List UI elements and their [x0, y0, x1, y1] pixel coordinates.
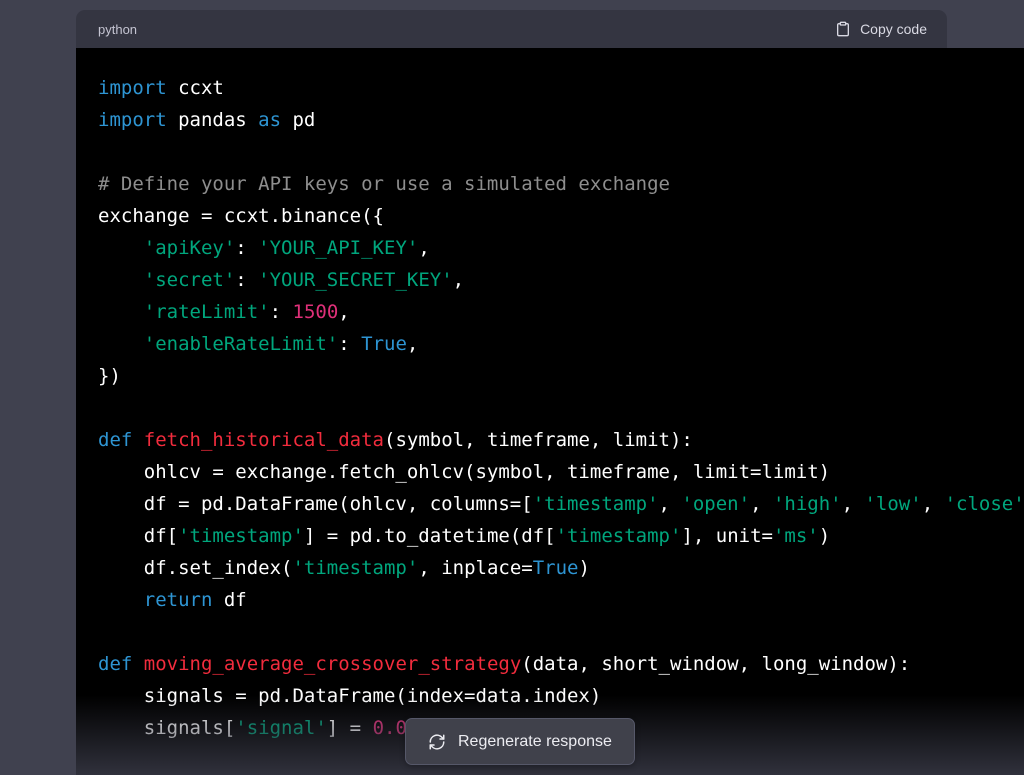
code-line: 'apiKey': 'YOUR_API_KEY', — [98, 232, 1024, 264]
code-block-header: python Copy code — [76, 10, 947, 48]
code-token — [98, 589, 144, 611]
code-line: 'secret': 'YOUR_SECRET_KEY', — [98, 264, 1024, 296]
code-token: : — [270, 301, 293, 323]
code-token: import — [98, 77, 167, 99]
code-token: ], unit= — [681, 525, 773, 547]
code-token: 'low' — [864, 493, 921, 515]
code-token: : — [235, 269, 258, 291]
code-token: 'timestamp' — [178, 525, 304, 547]
code-token: pandas — [167, 109, 259, 131]
code-token: 'high' — [773, 493, 842, 515]
code-token: 0.0 — [373, 717, 407, 739]
code-token: signals = pd.DataFrame(index=data.index) — [98, 685, 601, 707]
code-line: return df — [98, 584, 1024, 616]
code-token: exchange = ccxt.binance({ — [98, 205, 384, 227]
code-token: moving_average_crossover_strategy — [144, 653, 522, 675]
code-token: , — [453, 269, 464, 291]
code-line: ohlcv = exchange.fetch_ohlcv(symbol, tim… — [98, 456, 1024, 488]
code-token — [98, 269, 144, 291]
code-block-body: import ccxtimport pandas as pd# Define y… — [76, 48, 1024, 775]
code-token: df = pd.DataFrame(ohlcv, columns=[ — [98, 493, 533, 515]
code-token: 'timestamp' — [556, 525, 682, 547]
code-token: 'ms' — [773, 525, 819, 547]
code-line — [98, 392, 1024, 424]
code-line — [98, 616, 1024, 648]
code-line: import pandas as pd — [98, 104, 1024, 136]
code-token: signals[ — [98, 717, 235, 739]
code-token: , — [922, 493, 945, 515]
code-token: def — [98, 429, 132, 451]
code-token: df — [212, 589, 246, 611]
code-line: signals = pd.DataFrame(index=data.index) — [98, 680, 1024, 712]
code-token: , — [842, 493, 865, 515]
code-token: (data, short_window, long_window): — [521, 653, 910, 675]
code-token: df[ — [98, 525, 178, 547]
code-token: 'open' — [681, 493, 750, 515]
code-token — [98, 237, 144, 259]
code-token: , — [659, 493, 682, 515]
code-token: 'enableRateLimit' — [144, 333, 338, 355]
code-token: ] = pd.to_datetime(df[ — [304, 525, 556, 547]
code-line: df = pd.DataFrame(ohlcv, columns=['times… — [98, 488, 1024, 520]
code-token: 'close' — [945, 493, 1024, 515]
code-line: def moving_average_crossover_strategy(da… — [98, 648, 1024, 680]
code-token: , — [418, 237, 429, 259]
code-token: , — [750, 493, 773, 515]
code-token: }) — [98, 365, 121, 387]
code-token: 'timestamp' — [292, 557, 418, 579]
code-token: : — [338, 333, 361, 355]
code-token: ohlcv = exchange.fetch_ohlcv(symbol, tim… — [98, 461, 830, 483]
code-token: True — [361, 333, 407, 355]
code-token: ccxt — [167, 77, 224, 99]
code-token: (symbol, timeframe, limit): — [384, 429, 693, 451]
code-token: # Define your API keys or use a simulate… — [98, 173, 670, 195]
code-line: def fetch_historical_data(symbol, timefr… — [98, 424, 1024, 456]
code-token: as — [258, 109, 281, 131]
code-token — [98, 333, 144, 355]
code-line: 'enableRateLimit': True, — [98, 328, 1024, 360]
code-lines: import ccxtimport pandas as pd# Define y… — [98, 72, 1024, 744]
copy-code-label: Copy code — [860, 21, 927, 37]
code-line: df.set_index('timestamp', inplace=True) — [98, 552, 1024, 584]
code-token: : — [235, 237, 258, 259]
code-token: , inplace= — [418, 557, 532, 579]
code-token: 'YOUR_SECRET_KEY' — [258, 269, 452, 291]
clipboard-icon — [835, 21, 851, 37]
code-token: 'secret' — [144, 269, 236, 291]
code-token: 'rateLimit' — [144, 301, 270, 323]
code-token: 1500 — [293, 301, 339, 323]
code-token: pd — [281, 109, 315, 131]
code-token: ) — [819, 525, 830, 547]
regenerate-response-button[interactable]: Regenerate response — [405, 718, 635, 765]
code-token: ] = — [327, 717, 373, 739]
code-language-label: python — [98, 22, 137, 37]
code-token: 'timestamp' — [533, 493, 659, 515]
code-token — [132, 429, 143, 451]
code-line: df['timestamp'] = pd.to_datetime(df['tim… — [98, 520, 1024, 552]
code-line: exchange = ccxt.binance({ — [98, 200, 1024, 232]
code-token: ) — [578, 557, 589, 579]
code-token: 'signal' — [235, 717, 327, 739]
code-line: }) — [98, 360, 1024, 392]
code-token — [98, 301, 144, 323]
code-token: df.set_index( — [98, 557, 292, 579]
code-token: return — [144, 589, 213, 611]
copy-code-button[interactable]: Copy code — [829, 20, 933, 38]
code-line — [98, 136, 1024, 168]
code-token: , — [407, 333, 418, 355]
regenerate-icon — [428, 733, 446, 751]
regenerate-label: Regenerate response — [458, 733, 612, 751]
code-token: 'YOUR_API_KEY' — [258, 237, 418, 259]
code-token: import — [98, 109, 167, 131]
code-token: True — [533, 557, 579, 579]
code-token: 'apiKey' — [144, 237, 236, 259]
code-line: 'rateLimit': 1500, — [98, 296, 1024, 328]
code-line: import ccxt — [98, 72, 1024, 104]
code-line: # Define your API keys or use a simulate… — [98, 168, 1024, 200]
code-token — [132, 653, 143, 675]
code-token: fetch_historical_data — [144, 429, 384, 451]
code-token: , — [338, 301, 349, 323]
chat-background: python Copy code import ccxtimport panda… — [0, 0, 1024, 775]
code-token: def — [98, 653, 132, 675]
